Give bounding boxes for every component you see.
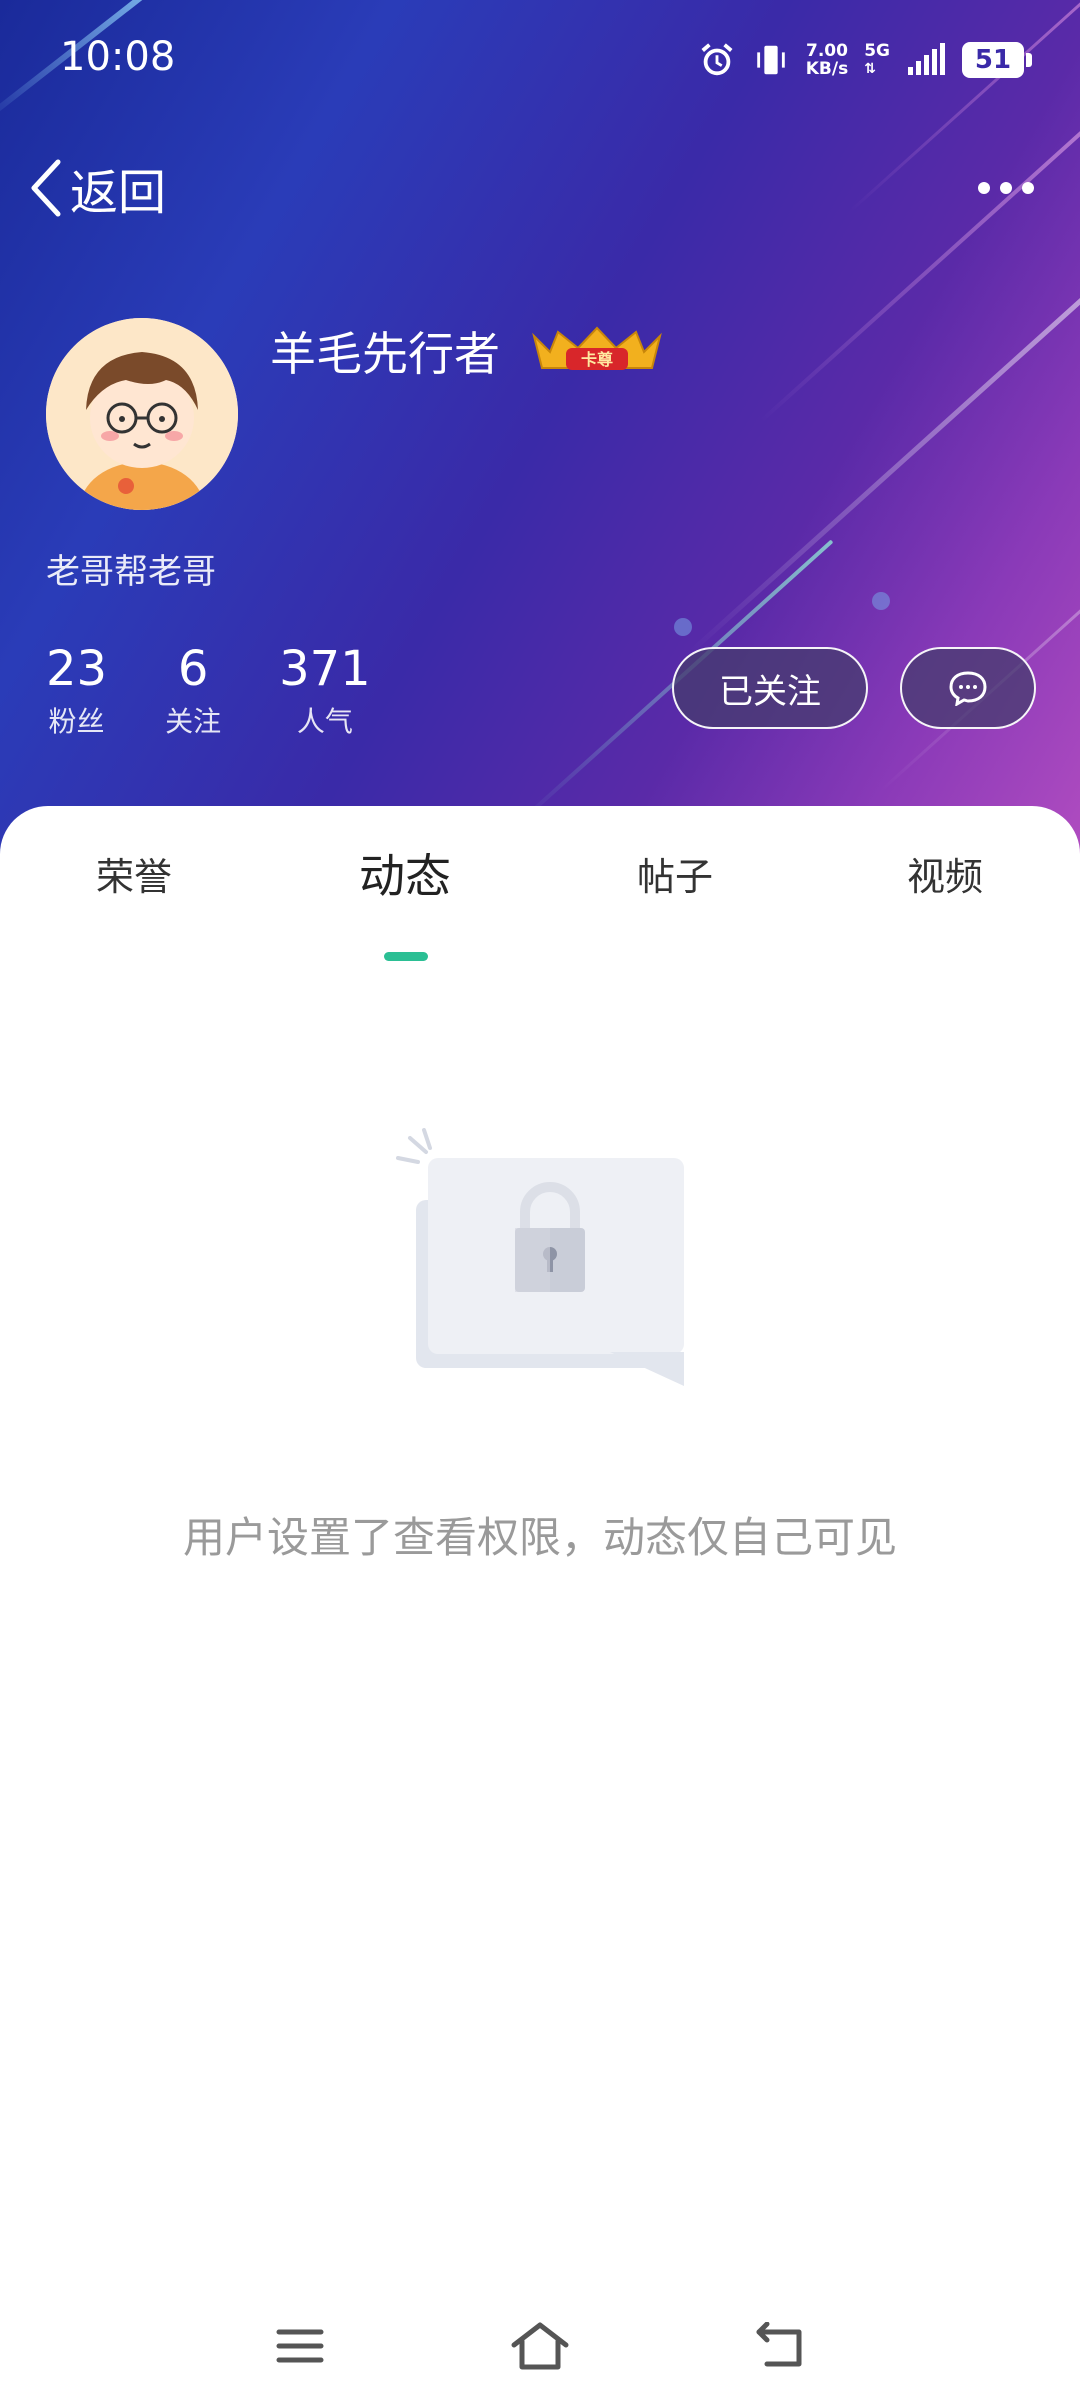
nav-back-button[interactable] — [740, 2306, 820, 2386]
tab-videos[interactable]: 视频 — [845, 846, 1045, 901]
status-time: 10:08 — [60, 34, 176, 80]
lock-icon — [396, 1128, 684, 1386]
tab-indicator — [384, 952, 428, 961]
tab-honor[interactable]: 荣誉 — [34, 846, 234, 901]
stat-fans[interactable]: 23 粉丝 — [46, 640, 107, 740]
crown-badge[interactable]: 卡尊 — [528, 326, 666, 374]
system-nav-bar — [0, 2290, 1080, 2400]
avatar-image — [46, 318, 238, 510]
stat-label: 关注 — [165, 705, 222, 738]
status-bar: 10:08 7.00 KB/s 5G ⇅ 51 — [0, 0, 1080, 110]
tab-posts[interactable]: 帖子 — [575, 846, 775, 901]
net-speed: 7.00 KB/s — [805, 41, 849, 79]
battery-icon: 51 — [962, 42, 1032, 78]
home-button[interactable] — [500, 2306, 580, 2386]
username: 羊毛先行者 — [270, 327, 500, 381]
signature: 老哥帮老哥 — [46, 552, 216, 592]
back-icon — [756, 2322, 802, 2367]
menu-icon — [276, 2329, 324, 2363]
menu-button[interactable] — [260, 2306, 340, 2386]
stat-value: 371 — [279, 641, 371, 697]
badge-text: 卡尊 — [581, 350, 613, 369]
more-dots-icon — [978, 182, 1034, 194]
empty-state-message: 用户设置了查看权限，动态仅自己可见 — [182, 1513, 897, 1562]
stat-value: 6 — [177, 641, 209, 697]
alarm-icon — [701, 43, 733, 76]
message-button[interactable] — [900, 647, 1036, 729]
stats-row: 23 粉丝 6 关注 371 人气 — [46, 640, 429, 740]
back-button[interactable]: 返回 — [28, 150, 166, 226]
stat-following[interactable]: 6 关注 — [165, 640, 221, 740]
status-icons: 7.00 KB/s 5G ⇅ 51 — [698, 38, 1032, 82]
signal-icon — [908, 43, 945, 75]
avatar[interactable] — [46, 318, 238, 510]
stat-popularity[interactable]: 371 人气 — [279, 640, 371, 740]
more-button[interactable] — [968, 160, 1044, 216]
stat-label: 粉丝 — [48, 705, 105, 738]
content-card: 荣誉 动态 帖子 视频 — [0, 806, 1080, 2400]
chevron-left-icon — [31, 159, 61, 217]
vibrate-icon — [756, 45, 785, 75]
profile-screen: 10:08 7.00 KB/s 5G ⇅ 51 返回 羊毛先行者 卡尊 老哥帮老… — [0, 0, 1080, 2400]
net-type: 5G ⇅ — [864, 41, 890, 77]
stat-label: 人气 — [296, 705, 353, 738]
home-icon — [511, 2322, 569, 2370]
back-label: 返回 — [70, 165, 167, 221]
follow-button[interactable]: 已关注 — [672, 647, 868, 729]
tab-bar: 荣誉 动态 帖子 视频 — [0, 846, 1080, 936]
stat-value: 23 — [46, 641, 108, 697]
tab-feed[interactable]: 动态 — [305, 840, 505, 906]
chat-bubble-icon — [949, 671, 987, 706]
